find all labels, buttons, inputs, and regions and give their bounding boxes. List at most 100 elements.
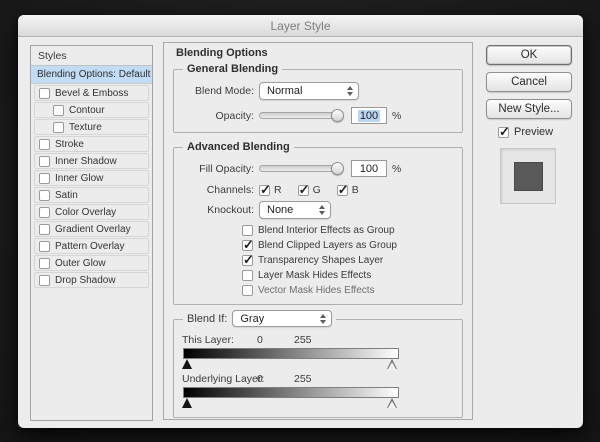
checkbox[interactable] — [39, 258, 50, 269]
action-column: OK Cancel New Style... Preview — [486, 45, 576, 204]
new-style-button[interactable]: New Style... — [486, 99, 572, 119]
styles-header: Styles — [31, 46, 152, 66]
blend-mode-select[interactable]: Normal — [259, 82, 359, 100]
fill-opacity-slider[interactable] — [259, 165, 341, 172]
sidebar-item-inner-glow[interactable]: Inner Glow — [34, 170, 149, 186]
sidebar-item-inner-shadow[interactable]: Inner Shadow — [34, 153, 149, 169]
opacity-label: Opacity: — [182, 110, 254, 122]
underlying-layer-min: 0 — [257, 373, 263, 385]
preview-label: Preview — [514, 126, 553, 138]
underlying-layer-sliders — [182, 398, 454, 409]
advanced-options-list: Blend Interior Effects as Group Blend Cl… — [242, 223, 454, 298]
highlight-slider-handle[interactable] — [387, 398, 397, 408]
preview-swatch-color — [514, 162, 543, 191]
sidebar-item-contour[interactable]: Contour — [34, 102, 149, 118]
channels-label: Channels: — [182, 184, 254, 196]
knockout-label: Knockout: — [182, 204, 254, 216]
sidebar-item-drop-shadow[interactable]: Drop Shadow — [34, 272, 149, 288]
chevron-updown-icon — [347, 86, 353, 96]
window-title: Layer Style — [270, 19, 330, 33]
checkbox[interactable] — [39, 173, 50, 184]
fill-opacity-label: Fill Opacity: — [182, 163, 254, 175]
cancel-button[interactable]: Cancel — [486, 72, 572, 92]
highlight-slider-handle[interactable] — [387, 359, 397, 369]
channel-r[interactable]: R — [259, 184, 282, 196]
checkbox[interactable] — [39, 224, 50, 235]
checkbox[interactable] — [39, 275, 50, 286]
shadow-slider-handle[interactable] — [182, 359, 192, 369]
opacity-unit: % — [392, 110, 401, 122]
sidebar-item-gradient-overlay[interactable]: Gradient Overlay — [34, 221, 149, 237]
opacity-slider-thumb[interactable] — [331, 109, 344, 122]
opacity-input[interactable]: 100 — [351, 107, 387, 124]
opacity-slider[interactable] — [259, 112, 341, 119]
checkbox[interactable] — [39, 139, 50, 150]
chevron-updown-icon — [319, 205, 325, 215]
panel-title: Blending Options — [176, 47, 472, 59]
blend-if-group: Blend If: Gray This Layer: 0 255 Underly… — [173, 319, 463, 418]
this-layer-label: This Layer: — [182, 334, 234, 346]
checkbox[interactable] — [39, 88, 50, 99]
layer-style-dialog: Layer Style Styles Blending Options: Def… — [18, 15, 583, 428]
this-layer-max: 255 — [294, 334, 312, 346]
underlying-layer-max: 255 — [294, 373, 312, 385]
this-layer-gradient-bar — [183, 348, 399, 359]
underlying-layer-row: Underlying Layer: 0 255 — [182, 373, 454, 387]
underlying-layer-label: Underlying Layer: — [182, 373, 264, 385]
checkbox[interactable] — [53, 122, 64, 133]
fill-opacity-unit: % — [392, 163, 401, 175]
underlying-layer-gradient-bar — [183, 387, 399, 398]
fill-opacity-slider-thumb[interactable] — [331, 162, 344, 175]
channel-g[interactable]: G — [298, 184, 321, 196]
checkbox[interactable] — [39, 207, 50, 218]
checkbox[interactable] — [242, 255, 253, 266]
sidebar-item-blending-options[interactable]: Blending Options: Default — [31, 66, 152, 84]
shadow-slider-handle[interactable] — [182, 398, 192, 408]
advanced-blending-group: Advanced Blending Fill Opacity: 100 % Ch… — [173, 147, 463, 305]
option-blend-interior-effects[interactable]: Blend Interior Effects as Group — [242, 223, 454, 238]
sidebar-item-bevel-emboss[interactable]: Bevel & Emboss — [34, 85, 149, 101]
ok-button[interactable]: OK — [486, 45, 572, 65]
sidebar-item-pattern-overlay[interactable]: Pattern Overlay — [34, 238, 149, 254]
option-transparency-shapes[interactable]: Transparency Shapes Layer — [242, 253, 454, 268]
option-blend-clipped-layers[interactable]: Blend Clipped Layers as Group — [242, 238, 454, 253]
blend-if-select[interactable]: Gray — [232, 310, 332, 327]
blend-mode-label: Blend Mode: — [182, 85, 254, 97]
blend-if-label: Blend If: — [187, 313, 227, 325]
checkbox[interactable] — [39, 241, 50, 252]
sidebar-item-outer-glow[interactable]: Outer Glow — [34, 255, 149, 271]
checkbox[interactable] — [39, 156, 50, 167]
checkbox[interactable] — [242, 270, 253, 281]
styles-sidebar: Styles Blending Options: Default Bevel &… — [30, 45, 153, 421]
preview-toggle[interactable]: Preview — [498, 126, 576, 138]
sidebar-item-texture[interactable]: Texture — [34, 119, 149, 135]
checkbox[interactable] — [298, 185, 309, 196]
knockout-select[interactable]: None — [259, 201, 331, 219]
this-layer-min: 0 — [257, 334, 263, 346]
sidebar-item-color-overlay[interactable]: Color Overlay — [34, 204, 149, 220]
this-layer-sliders — [182, 359, 454, 370]
checkbox[interactable] — [498, 127, 509, 138]
advanced-blending-legend: Advanced Blending — [183, 141, 294, 153]
this-layer-row: This Layer: 0 255 — [182, 334, 454, 348]
checkbox[interactable] — [337, 185, 348, 196]
general-blending-legend: General Blending — [183, 63, 282, 75]
checkbox[interactable] — [259, 185, 270, 196]
checkbox[interactable] — [39, 190, 50, 201]
checkbox[interactable] — [242, 240, 253, 251]
sidebar-item-satin[interactable]: Satin — [34, 187, 149, 203]
preview-swatch — [500, 148, 556, 204]
blend-if-legend: Blend If: Gray — [183, 310, 336, 327]
general-blending-group: General Blending Blend Mode: Normal Opac… — [173, 69, 463, 133]
checkbox[interactable] — [53, 105, 64, 116]
fill-opacity-input[interactable]: 100 — [351, 160, 387, 177]
chevron-updown-icon — [320, 314, 326, 324]
channel-b[interactable]: B — [337, 184, 359, 196]
blending-options-panel: Blending Options General Blending Blend … — [163, 42, 473, 420]
option-layer-mask-hides[interactable]: Layer Mask Hides Effects — [242, 268, 454, 283]
sidebar-item-stroke[interactable]: Stroke — [34, 136, 149, 152]
option-vector-mask-hides[interactable]: Vector Mask Hides Effects — [242, 283, 454, 298]
checkbox[interactable] — [242, 285, 253, 296]
checkbox[interactable] — [242, 225, 253, 236]
title-bar[interactable]: Layer Style — [18, 15, 583, 37]
